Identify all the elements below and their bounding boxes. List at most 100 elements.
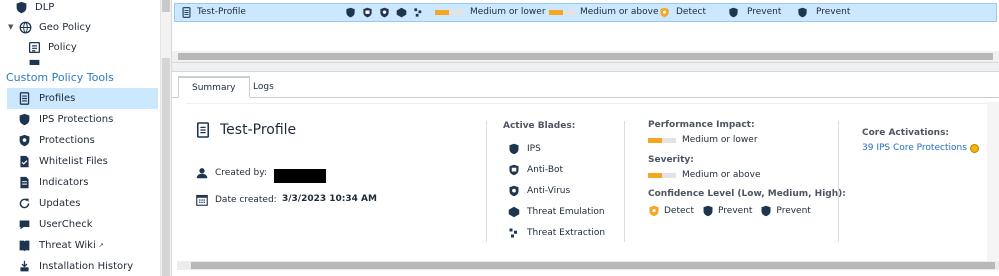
performance-impact-heading: Performance Impact: (648, 120, 755, 130)
chevron-down-icon[interactable]: ▼ (8, 23, 16, 31)
detail-horizontal-scrollbar[interactable] (177, 261, 999, 270)
sidebar-item-label: IPS Protections (39, 114, 114, 125)
profile-document-icon (196, 122, 210, 141)
confidence-low-value: Detect (664, 206, 695, 216)
profile-icon (181, 7, 192, 18)
severity-row: Medium or above (648, 170, 761, 180)
profile-title: Test-Profile (220, 122, 297, 138)
grid-severity-bar (549, 10, 577, 15)
detail-vertical-scrollbar[interactable] (987, 102, 999, 262)
blade-anti-bot: Anti-Bot (508, 164, 563, 176)
grid-scroll-thumb[interactable] (178, 53, 993, 60)
profiles-icon (17, 92, 31, 106)
blade-anti-virus: Anti-Virus (508, 185, 570, 197)
protections-icon (17, 134, 31, 148)
sidebar-item-protections[interactable]: Protections (7, 130, 158, 151)
indicators-icon (17, 176, 31, 190)
prevent-icon (797, 7, 808, 18)
performance-bar (648, 137, 676, 143)
grid-confidence-medium: Prevent (747, 7, 782, 17)
sidebar-item-label: Threat Wiki (39, 240, 96, 251)
active-blades-heading: Active Blades: (503, 121, 576, 131)
threat-extraction-icon (413, 7, 424, 18)
shield-icon (17, 113, 31, 127)
column-divider (624, 121, 625, 242)
external-link-icon: ↗ (98, 242, 104, 249)
sidebar-item-label: Indicators (39, 177, 89, 188)
partial-icon (27, 57, 41, 65)
summary-content: Test-Profile Created by: Date created: 3… (186, 103, 996, 261)
sidebar-item-label: Protections (39, 135, 95, 146)
anti-bot-icon (509, 164, 519, 176)
pane-splitter[interactable] (172, 62, 999, 72)
ips-shield-icon (509, 143, 519, 155)
blade-ips: IPS (508, 143, 541, 155)
blade-threat-extraction: Threat Extraction (508, 227, 605, 239)
core-activations-heading: Core Activations: (862, 128, 950, 138)
redacted-creator (274, 169, 326, 183)
performance-impact-value: Medium or lower (682, 135, 758, 145)
globe-icon (18, 20, 32, 34)
detect-icon (649, 205, 659, 217)
tree-item-policy[interactable]: Policy (27, 37, 77, 57)
date-created-value: 3/3/2023 10:34 AM (282, 194, 377, 204)
created-by-label: Created by: (215, 168, 267, 178)
tree-item-dlp[interactable]: DLP (14, 0, 54, 17)
table-row[interactable]: Test-Profile Medium or lower Medium or a… (174, 3, 997, 22)
sidebar: DLP ▼ Geo Policy Policy Custom Policy To… (0, 0, 172, 276)
sidebar-item-label: Profiles (39, 93, 76, 104)
sidebar-item-installation-history[interactable]: Installation History (7, 256, 158, 276)
threat-emulation-icon (396, 7, 407, 18)
sidebar-item-usercheck[interactable]: UserCheck (7, 214, 158, 235)
tree-item-partial (27, 57, 48, 65)
installation-history-icon (17, 260, 31, 274)
tab-logs[interactable]: Logs (240, 76, 287, 98)
tree-item-geo-policy[interactable]: ▼ Geo Policy (8, 17, 91, 37)
date-created-label: Date created: (215, 195, 277, 205)
sidebar-item-ips-protections[interactable]: IPS Protections (7, 109, 158, 130)
anti-virus-icon (379, 7, 390, 18)
core-activations-row: 39 IPS Core Protections (862, 143, 979, 153)
whitelist-icon (17, 155, 31, 169)
grid-confidence-low: Detect (676, 7, 707, 17)
severity-heading: Severity: (648, 155, 694, 165)
grid-severity-label: Medium or above (580, 7, 659, 17)
profiles-grid: Test-Profile Medium or lower Medium or a… (172, 0, 999, 62)
custom-policy-tools-heading: Custom Policy Tools (6, 71, 114, 84)
usercheck-icon (17, 218, 31, 232)
sidebar-scroll-thumb-top[interactable] (162, 0, 170, 12)
anti-bot-icon (362, 7, 373, 18)
confidence-level-heading: Confidence Level (Low, Medium, High): (648, 189, 846, 199)
sidebar-item-label: UserCheck (39, 219, 93, 230)
detect-icon (659, 7, 670, 18)
sidebar-item-indicators[interactable]: Indicators (7, 172, 158, 193)
created-by-row: Created by: (196, 167, 267, 179)
threat-extraction-icon (509, 228, 517, 238)
anti-virus-icon (509, 185, 519, 197)
confidence-high-value: Prevent (776, 206, 811, 216)
sidebar-item-label: Whitelist Files (39, 156, 108, 167)
sidebar-item-whitelist-files[interactable]: Whitelist Files (7, 151, 158, 172)
detail-panel: Summary Logs Test-Profile Created by: Da… (172, 72, 999, 276)
sidebar-item-threat-wiki[interactable]: Threat Wiki ↗ (7, 235, 158, 256)
ips-shield-icon (345, 7, 356, 18)
sidebar-scrollbar[interactable] (160, 0, 171, 276)
confidence-medium-value: Prevent (718, 206, 753, 216)
grid-horizontal-scrollbar[interactable] (172, 51, 999, 62)
sidebar-scroll-thumb[interactable] (162, 58, 170, 276)
blade-threat-emulation: Threat Emulation (508, 206, 605, 218)
sidebar-item-profiles[interactable]: Profiles (7, 88, 158, 109)
core-protections-link[interactable]: 39 IPS Core Protections (862, 143, 967, 153)
sidebar-item-updates[interactable]: Updates (7, 193, 158, 214)
sidebar-item-label: Installation History (39, 261, 134, 272)
grid-profile-name: Test-Profile (197, 7, 246, 17)
tab-summary[interactable]: Summary (178, 76, 250, 98)
severity-bar (648, 172, 676, 178)
dlp-icon (14, 0, 28, 14)
column-divider (838, 121, 839, 242)
prevent-icon (703, 205, 713, 217)
detail-scroll-thumb[interactable] (191, 262, 995, 269)
threat-emulation-icon (508, 206, 520, 218)
prevent-icon (728, 7, 739, 18)
date-created-row: Date created: (196, 194, 277, 206)
